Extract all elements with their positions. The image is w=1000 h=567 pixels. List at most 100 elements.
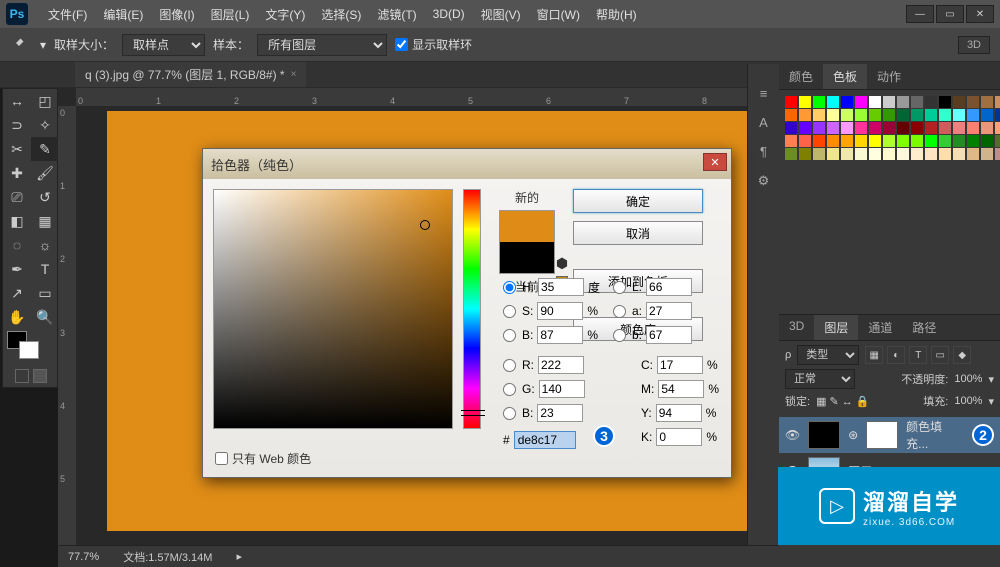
swatch[interactable]	[995, 96, 1000, 108]
swatch[interactable]	[869, 96, 881, 108]
l-input[interactable]	[646, 278, 692, 296]
swatch[interactable]	[925, 96, 937, 108]
menu-edit[interactable]: 编辑(E)	[95, 6, 151, 23]
zoom-level[interactable]: 77.7%	[68, 551, 99, 563]
swatch[interactable]	[953, 96, 965, 108]
swatch[interactable]	[813, 148, 825, 160]
document-tab[interactable]: q (3).jpg @ 77.7% (图层 1, RGB/8#) * ×	[75, 62, 306, 87]
hue-cursor[interactable]	[461, 410, 485, 416]
swatch[interactable]	[799, 96, 811, 108]
menu-view[interactable]: 视图(V)	[473, 6, 529, 23]
bl-input[interactable]	[646, 326, 692, 344]
swatch[interactable]	[981, 135, 993, 147]
ok-button[interactable]: 确定	[573, 189, 703, 213]
sample-select[interactable]: 所有图层	[257, 34, 387, 56]
swatch[interactable]	[869, 109, 881, 121]
m-input[interactable]	[658, 380, 704, 398]
swatch[interactable]	[911, 109, 923, 121]
r-input[interactable]	[538, 356, 584, 374]
swatch[interactable]	[883, 109, 895, 121]
crop-tool-icon[interactable]: ✂	[3, 137, 31, 161]
swatch[interactable]	[967, 135, 979, 147]
dodge-tool-icon[interactable]: ☼	[31, 233, 59, 257]
swatch[interactable]	[841, 109, 853, 121]
current-color-preview[interactable]	[500, 242, 554, 273]
saturation-brightness-area[interactable]	[213, 189, 453, 429]
swatch[interactable]	[869, 148, 881, 160]
swatch[interactable]	[995, 148, 1000, 160]
tab-actions[interactable]: 动作	[867, 64, 911, 89]
swatch[interactable]	[939, 135, 951, 147]
bc-radio[interactable]	[503, 407, 516, 420]
menu-filter[interactable]: 滤镜(T)	[369, 6, 424, 23]
swatch[interactable]	[897, 96, 909, 108]
history-icon[interactable]: ≡	[760, 86, 768, 101]
menu-help[interactable]: 帮助(H)	[588, 6, 645, 23]
menu-type[interactable]: 文字(Y)	[257, 6, 313, 23]
opacity-value[interactable]: 100%	[954, 373, 982, 385]
swatch[interactable]	[883, 96, 895, 108]
swatch[interactable]	[925, 135, 937, 147]
menu-select[interactable]: 选择(S)	[313, 6, 369, 23]
hex-input[interactable]	[514, 431, 576, 449]
background-color[interactable]	[19, 341, 39, 359]
eyedropper-tool-icon[interactable]: ✎	[31, 137, 59, 161]
blur-tool-icon[interactable]: ◌	[3, 233, 31, 257]
swatch[interactable]	[897, 135, 909, 147]
swatch[interactable]	[827, 135, 839, 147]
swatch[interactable]	[841, 135, 853, 147]
swatch[interactable]	[981, 122, 993, 134]
wand-tool-icon[interactable]: ✧	[31, 113, 59, 137]
swatch[interactable]	[855, 122, 867, 134]
y-input[interactable]	[656, 404, 702, 422]
swatches-grid[interactable]	[779, 90, 1000, 166]
close-tab-icon[interactable]: ×	[291, 69, 297, 80]
mask-thumbnail[interactable]	[866, 421, 898, 449]
swatch[interactable]	[925, 122, 937, 134]
swatch[interactable]	[855, 148, 867, 160]
swatch[interactable]	[855, 135, 867, 147]
web-only-input[interactable]	[215, 452, 228, 465]
g-input[interactable]	[539, 380, 585, 398]
swatch[interactable]	[827, 96, 839, 108]
menu-window[interactable]: 窗口(W)	[529, 6, 588, 23]
swatch[interactable]	[799, 148, 811, 160]
swatch[interactable]	[785, 148, 797, 160]
swatch[interactable]	[897, 109, 909, 121]
swatch[interactable]	[785, 122, 797, 134]
swatch[interactable]	[939, 109, 951, 121]
menu-layer[interactable]: 图层(L)	[203, 6, 258, 23]
fill-value[interactable]: 100%	[954, 395, 982, 407]
s-radio[interactable]	[503, 305, 516, 318]
pen-tool-icon[interactable]: ✒	[3, 257, 31, 281]
swatch[interactable]	[827, 122, 839, 134]
swatch[interactable]	[869, 122, 881, 134]
menu-3d[interactable]: 3D(D)	[425, 7, 473, 21]
fg-bg-colors[interactable]	[3, 329, 59, 365]
sample-size-select[interactable]: 取样点	[122, 34, 205, 56]
c-input[interactable]	[657, 356, 703, 374]
h-radio[interactable]	[503, 281, 516, 294]
menu-file[interactable]: 文件(F)	[40, 6, 95, 23]
swatch[interactable]	[967, 122, 979, 134]
tab-swatches[interactable]: 色板	[823, 64, 867, 89]
swatch[interactable]	[925, 148, 937, 160]
swatch[interactable]	[925, 109, 937, 121]
tab-color[interactable]: 颜色	[779, 64, 823, 89]
tab-paths[interactable]: 路径	[902, 315, 946, 340]
swatch[interactable]	[981, 148, 993, 160]
move-tool-icon[interactable]: ↔	[3, 89, 31, 113]
swatch[interactable]	[967, 148, 979, 160]
swatch[interactable]	[841, 96, 853, 108]
layer-row[interactable]: 👁 ⊛ 颜色填充... 2	[779, 417, 1000, 453]
menu-image[interactable]: 图像(I)	[151, 6, 202, 23]
swatch[interactable]	[883, 148, 895, 160]
swatch[interactable]	[855, 109, 867, 121]
a-radio[interactable]	[613, 305, 626, 318]
doc-size[interactable]: 文档:1.57M/3.14M	[123, 549, 212, 565]
hand-tool-icon[interactable]: ✋	[3, 305, 31, 329]
shape-tool-icon[interactable]: ▭	[31, 281, 59, 305]
swatch[interactable]	[953, 122, 965, 134]
show-ring-checkbox[interactable]: 显示取样环	[395, 36, 472, 53]
brush-tool-icon[interactable]: 🖌	[31, 161, 59, 185]
